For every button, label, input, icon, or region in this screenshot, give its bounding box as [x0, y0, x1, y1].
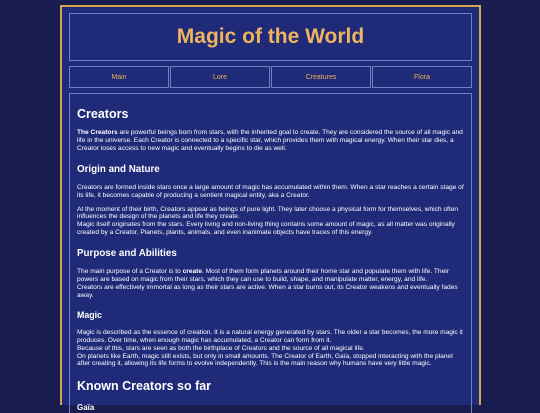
- nav-flora[interactable]: Flora: [372, 66, 472, 88]
- main-nav: Main Lore Creatures Flora: [69, 66, 472, 88]
- purpose-pre: The main purpose of a Creator is to: [77, 268, 183, 276]
- origin-paragraph-2: At the moment of their birth, Creators a…: [77, 206, 465, 238]
- content-area: Creators The Creators are powerful being…: [69, 93, 472, 413]
- purpose-immortal: Creators are effectively immortal as lon…: [77, 283, 458, 299]
- magic-paragraph: Magic is described as the essence of cre…: [77, 329, 465, 369]
- magic-p2: Because of this, stars are seen as both …: [77, 344, 365, 352]
- nav-main[interactable]: Main: [69, 66, 169, 88]
- purpose-create: create: [182, 268, 202, 276]
- known-creators-heading: Known Creators so far: [77, 379, 212, 394]
- purpose-heading: Purpose and Abilities: [77, 248, 177, 260]
- magic-p1: Magic is described as the essence of cre…: [77, 328, 463, 344]
- site-header: Magic of the World: [69, 13, 472, 61]
- page-frame: Magic of the World Main Lore Creatures F…: [60, 5, 481, 413]
- magic-p3: On planets like Earth, magic still exist…: [77, 352, 453, 368]
- site-title: Magic of the World: [176, 25, 365, 48]
- purpose-paragraph: The main purpose of a Creator is to crea…: [77, 268, 465, 300]
- creators-term: The Creators: [77, 129, 118, 136]
- origin-paragraph-2b: Magic itself originates from the stars. …: [77, 221, 455, 237]
- creators-heading: Creators: [77, 107, 129, 121]
- creators-intro-text: are powerful beings born from stars, wit…: [77, 129, 463, 152]
- origin-paragraph-2a: At the moment of their birth, Creators a…: [77, 205, 459, 221]
- nav-lore[interactable]: Lore: [170, 66, 270, 88]
- origin-paragraph-1: Creators are formed inside stars once a …: [77, 183, 464, 199]
- creators-intro: The Creators are powerful beings born fr…: [77, 129, 465, 153]
- nav-creatures[interactable]: Creatures: [271, 66, 371, 88]
- magic-heading: Magic: [77, 309, 102, 320]
- origin-heading: Origin and Nature: [77, 163, 160, 175]
